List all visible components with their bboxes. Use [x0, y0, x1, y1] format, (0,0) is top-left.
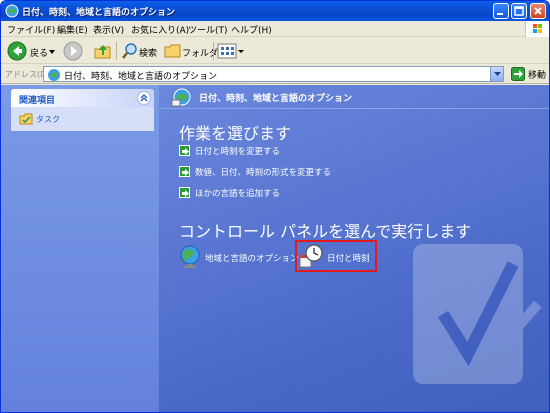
minimize-button[interactable] [493, 3, 509, 19]
date-time-language-icon [171, 88, 191, 107]
green-arrow-icon [179, 166, 190, 177]
category-header: 日付、時刻、地域と言語のオプション [159, 85, 549, 109]
window-title: 日付、時刻、地域と言語のオプション [22, 8, 176, 18]
title-bar[interactable]: 日付、時刻、地域と言語のオプション [1, 1, 549, 21]
address-input[interactable]: 日付、時刻、地域と言語のオプション [43, 66, 504, 82]
menu-bar: ファイル(F) 編集(E) 表示(V) お気に入り(A) ツール(T) ヘルプ(… [1, 21, 549, 37]
close-button[interactable] [530, 3, 546, 19]
menu-edit[interactable]: 編集(E) [57, 23, 88, 36]
close-icon [534, 7, 542, 15]
menu-view[interactable]: 表示(V) [93, 23, 124, 36]
pick-icon-heading: コントロール パネルを選んで実行します [179, 222, 472, 241]
category-title: 日付、時刻、地域と言語のオプション [199, 94, 353, 104]
main-pane: 日付、時刻、地域と言語のオプション 作業を選びます 日付と時刻を変更する 数値、… [159, 85, 549, 412]
folder-icon [164, 44, 181, 58]
green-arrow-icon [179, 145, 190, 156]
task-icon [19, 113, 33, 125]
pick-task-heading: 作業を選びます [179, 124, 292, 143]
maximize-icon [514, 6, 524, 16]
menu-favorites[interactable]: お気に入り(A) [131, 23, 189, 36]
go-arrow-icon [511, 67, 525, 81]
control-panel-icon [5, 4, 19, 18]
maximize-button[interactable] [511, 3, 527, 19]
forward-arrow-icon [63, 41, 83, 61]
toolbar-separator [213, 42, 214, 60]
up-folder-button[interactable] [94, 41, 112, 61]
double-chevron-up-icon [140, 94, 148, 102]
back-button[interactable]: 戻る [7, 41, 57, 61]
watermark-check-icon [413, 244, 542, 384]
address-bar: アドレス(D) 日付、時刻、地域と言語のオプション 移動 [1, 64, 549, 84]
regional-language-options-item[interactable]: 地域と言語のオプション [179, 243, 299, 271]
toolbar: 戻る 検索 フォルダ [1, 38, 549, 64]
views-grid-icon [217, 43, 244, 59]
chevron-down-icon [494, 72, 501, 76]
windows-flag-icon [533, 24, 542, 33]
related-topics-body: タスク [11, 107, 154, 131]
address-dropdown-button[interactable] [490, 67, 503, 81]
search-button[interactable]: 検索 [121, 41, 161, 61]
windows-logo [525, 21, 549, 37]
menu-help[interactable]: ヘルプ(H) [231, 23, 272, 36]
chevron-down-icon [49, 50, 55, 54]
related-topics-header[interactable]: 関連項目 [11, 89, 154, 107]
menu-tools[interactable]: ツール(T) [188, 23, 228, 36]
folders-button[interactable]: フォルダ [164, 41, 218, 61]
views-button[interactable] [217, 41, 245, 61]
go-button[interactable]: 移動 [511, 67, 549, 81]
explorer-window: 日付、時刻、地域と言語のオプション ファイル(F) 編集(E) 表示(V) お気… [0, 0, 550, 413]
highlight-box [295, 240, 377, 272]
up-folder-icon [94, 45, 111, 59]
back-arrow-icon [7, 41, 27, 61]
forward-button[interactable] [63, 41, 87, 61]
collapse-button[interactable] [137, 91, 151, 105]
control-panel-small-icon [48, 69, 60, 81]
content-area: 関連項目 タスク 日付、時刻、地域と言語のオプション 作業を選びます 日付と時刻… [1, 85, 549, 412]
task-pane: 関連項目 タスク [1, 85, 159, 412]
minimize-icon [497, 13, 503, 15]
search-icon [122, 43, 137, 59]
toolbar-separator [116, 42, 117, 60]
related-topics-title: 関連項目 [19, 96, 56, 106]
green-arrow-icon [179, 187, 190, 198]
menu-file[interactable]: ファイル(F) [7, 23, 55, 36]
globe-icon [180, 245, 200, 268]
